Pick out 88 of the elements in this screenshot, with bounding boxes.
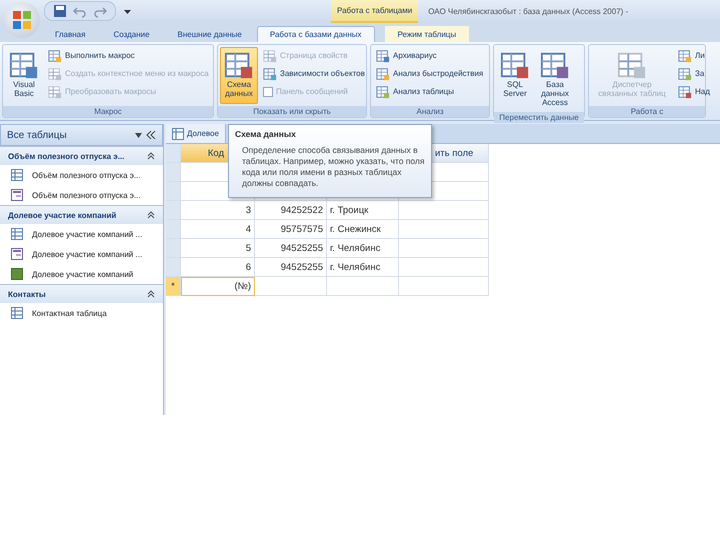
table-icon <box>48 84 62 98</box>
collapse-icon[interactable] <box>147 152 155 160</box>
window-title: ОАО Челябинскгазобыт : база данных (Access 2007) - <box>427 6 628 16</box>
nav-group-header[interactable]: Долевое участие компаний <box>0 205 163 224</box>
dropdown-icon[interactable] <box>135 132 142 138</box>
nav-pane-header[interactable]: Все таблицы <box>0 124 163 146</box>
table-icon <box>678 48 692 62</box>
form-icon <box>11 189 23 201</box>
table-cell: г. Снежинск <box>327 220 399 239</box>
ribbon-button[interactable]: SQL Server <box>496 47 534 110</box>
group-label: Анализ <box>371 106 489 117</box>
table-icon <box>678 84 692 98</box>
table-cell: 94525255 <box>255 239 327 258</box>
document-tab[interactable]: Долевое <box>166 124 226 143</box>
table-icon <box>376 84 390 98</box>
ribbon-button[interactable]: База данных Access <box>536 47 574 110</box>
ribbon-button[interactable]: Над <box>675 83 713 100</box>
table-cell: 4 <box>181 220 255 239</box>
ribbon-button[interactable]: Выполнить макрос <box>45 47 212 64</box>
empty-cell <box>255 277 327 296</box>
table-cell: 95757575 <box>255 220 327 239</box>
pane-title: Все таблицы <box>7 130 68 140</box>
table-cell: 6 <box>181 258 255 277</box>
ribbon-tab[interactable]: Режим таблицы <box>384 26 470 42</box>
table-cell: 3 <box>181 201 255 220</box>
nav-group-header[interactable]: Объём полезного отпуска э... <box>0 146 163 165</box>
nav-item[interactable]: Долевое участие компаний ... <box>0 244 163 264</box>
ribbon-tab[interactable]: Создание <box>100 26 163 42</box>
nav-group-header[interactable]: Контакты <box>0 284 163 303</box>
ribbon-button[interactable]: Ли <box>675 47 713 64</box>
office-button[interactable] <box>4 2 40 38</box>
table-icon <box>11 228 23 240</box>
table-cell: 94252522 <box>255 201 327 220</box>
ribbon-button[interactable]: Архивариус <box>373 47 486 64</box>
table-icon <box>678 66 692 80</box>
table-icon <box>500 50 530 80</box>
table-cell: (№) <box>181 277 255 296</box>
table-icon <box>11 307 23 319</box>
report-icon <box>11 268 23 280</box>
ribbon-button[interactable]: Схема данных <box>220 47 258 104</box>
tooltip-title: Схема данных <box>235 129 297 139</box>
group-title: Долевое участие компаний <box>8 210 116 220</box>
table-icon[interactable] <box>172 128 184 140</box>
table-icon <box>617 50 647 80</box>
table-icon <box>263 66 277 80</box>
empty-cell <box>327 277 399 296</box>
table-icon <box>224 50 254 80</box>
nav-item[interactable]: Долевое участие компаний <box>0 264 163 284</box>
new-record-marker: * <box>166 277 181 296</box>
nav-item[interactable]: Долевое участие компаний ... <box>0 224 163 244</box>
form-icon <box>11 248 23 260</box>
group-label: Переместить данные <box>494 112 584 123</box>
collapse-icon[interactable] <box>147 211 155 219</box>
group-label: Макрос <box>3 106 213 117</box>
table-icon <box>263 48 277 62</box>
table-cell: г. Челябинс <box>327 258 399 277</box>
ribbon-button[interactable]: За <box>675 65 713 82</box>
table-cell: г. Челябинс <box>327 239 399 258</box>
ribbon-tab[interactable]: Работа с базами данных <box>256 26 375 42</box>
nav-item[interactable]: Объём полезного отпуска э... <box>0 185 163 205</box>
save-icon[interactable] <box>53 4 67 18</box>
ribbon-button[interactable]: Зависимости объектов <box>260 65 368 82</box>
group-title: Контакты <box>8 290 46 298</box>
contextual-tab-label: Работа с таблицами <box>331 0 418 23</box>
table-icon <box>540 50 570 80</box>
table-cell: 5 <box>181 239 255 258</box>
group-label: Показать или скрыть <box>218 106 366 117</box>
ribbon-tab[interactable]: Внешние данные <box>164 26 255 42</box>
table-icon <box>376 48 390 62</box>
table-icon <box>48 66 62 80</box>
group-title: Объём полезного отпуска э... <box>8 152 124 160</box>
table-icon <box>376 66 390 80</box>
ribbon-tab[interactable]: Главная <box>42 26 98 42</box>
nav-item[interactable]: Контактная таблица <box>0 303 163 323</box>
collapse-pane-icon[interactable] <box>146 131 156 139</box>
ribbon-button[interactable]: Анализ таблицы <box>373 83 486 100</box>
ribbon-button[interactable]: Visual Basic <box>5 47 43 104</box>
group-label: Работа с <box>589 106 705 117</box>
nav-item[interactable]: Объём полезного отпуска э... <box>0 165 163 185</box>
customize-dropdown-icon[interactable] <box>124 8 131 14</box>
ribbon-button[interactable]: Анализ быстродействия <box>373 65 486 82</box>
table-icon <box>9 50 39 80</box>
collapse-icon[interactable] <box>147 290 155 298</box>
table-icon <box>48 48 62 62</box>
table-cell: г. Троицк <box>327 201 399 220</box>
table-icon <box>11 169 23 181</box>
table-cell: 94525255 <box>255 258 327 277</box>
logo <box>11 9 33 31</box>
